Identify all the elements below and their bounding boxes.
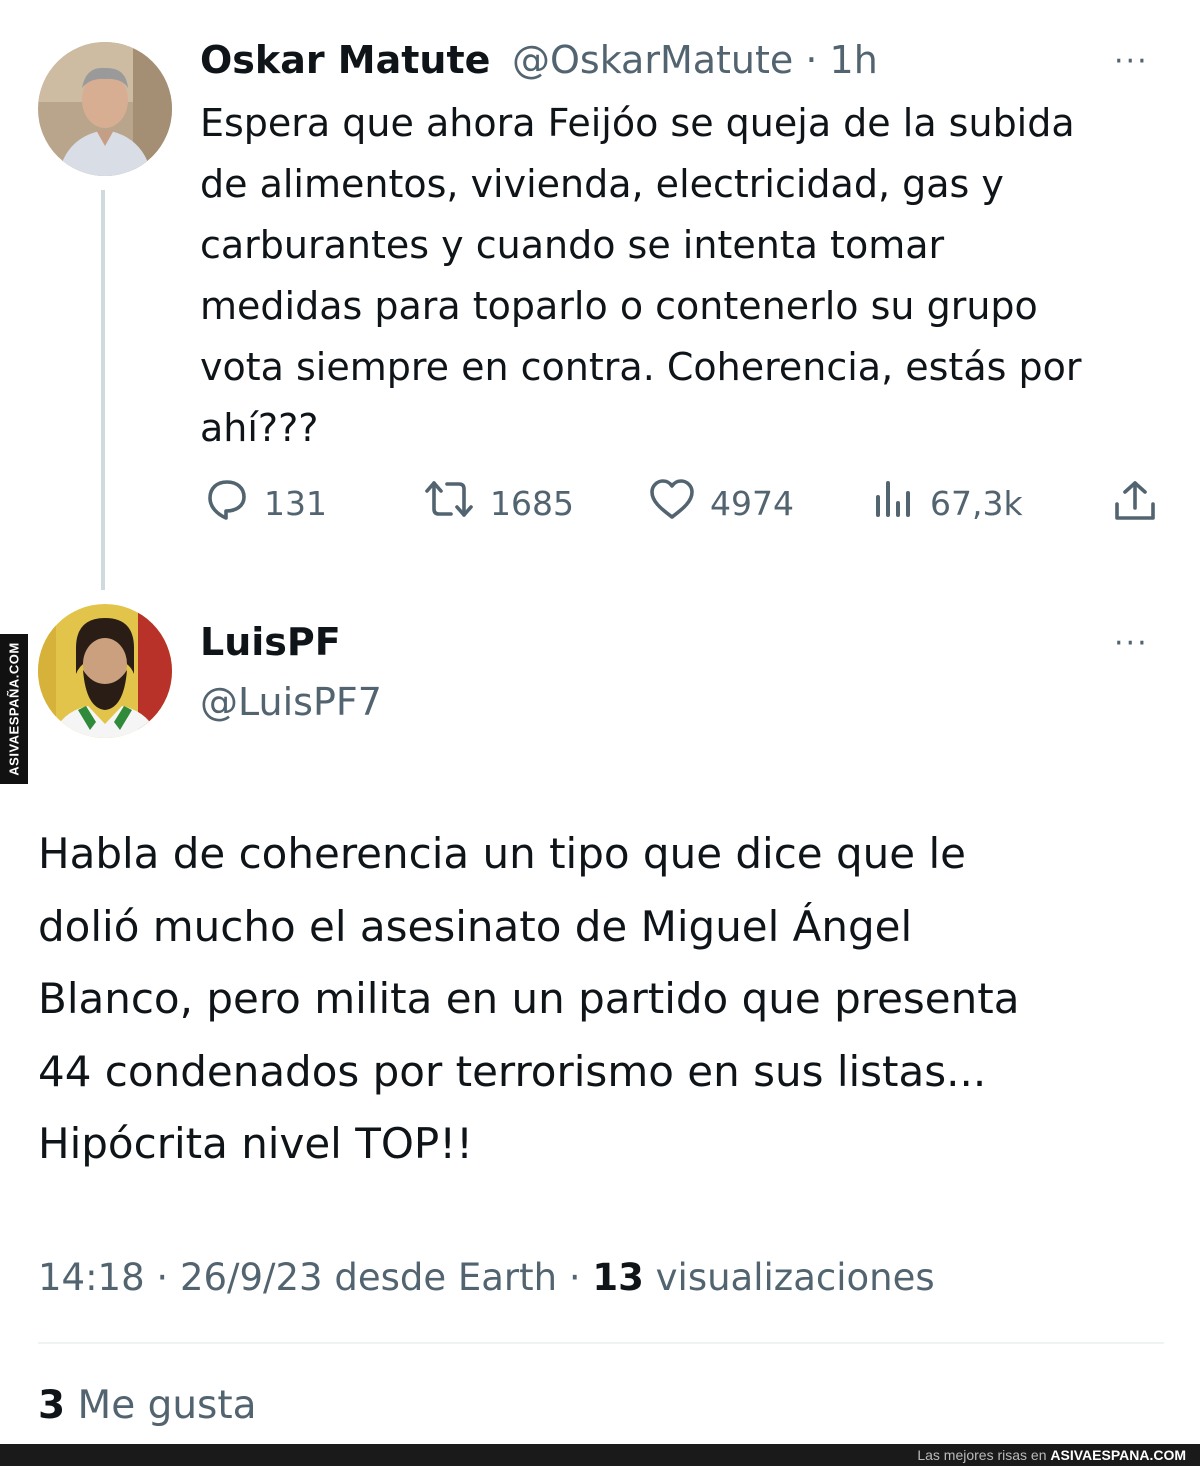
oskar-text-line: carburantes y cuando se intenta tomar bbox=[200, 223, 945, 267]
oskar-text-line: ahí??? bbox=[200, 406, 319, 450]
views-icon bbox=[872, 477, 916, 529]
retweet-count: 1685 bbox=[490, 483, 574, 523]
reply-icon bbox=[204, 477, 250, 529]
footer-prefix: Las mejores risas en bbox=[917, 1447, 1047, 1463]
likes-number: 3 bbox=[38, 1383, 66, 1428]
retweet-icon bbox=[422, 477, 476, 529]
tweet-time[interactable]: 14:18 bbox=[38, 1256, 145, 1299]
retweet-button[interactable]: 1685 bbox=[422, 477, 574, 529]
views-number[interactable]: 13 bbox=[592, 1256, 644, 1299]
luispf-text-line: Blanco, pero milita en un partido que pr… bbox=[38, 974, 1020, 1023]
oskar-author-name[interactable]: Oskar Matute bbox=[200, 38, 490, 82]
luispf-tweet-text: Habla de coherencia un tipo que dice que… bbox=[38, 818, 1019, 1181]
oskar-handle-text[interactable]: @OskarMatute bbox=[512, 38, 793, 82]
views-label[interactable]: visualizaciones bbox=[656, 1256, 935, 1299]
luispf-text-line: Habla de coherencia un tipo que dice que… bbox=[38, 829, 966, 878]
luispf-text-line: dolió mucho el asesinato de Miguel Ángel bbox=[38, 901, 913, 951]
footer-brand: ASIVAESPANA.COM bbox=[1050, 1447, 1186, 1463]
tweet-date-source[interactable]: 26/9/23 desde Earth bbox=[180, 1256, 557, 1299]
oskar-more-button[interactable]: ··· bbox=[1114, 44, 1149, 79]
oskar-text-line: Espera que ahora Feijóo se queja de la s… bbox=[200, 101, 1075, 145]
tweet-meta-line: 14:18 · 26/9/23 desde Earth · 13 visuali… bbox=[38, 1256, 935, 1299]
oskar-avatar[interactable] bbox=[38, 42, 172, 176]
meta-separator: · bbox=[156, 1256, 169, 1299]
like-button[interactable]: 4974 bbox=[648, 477, 794, 529]
side-watermark-text: ASIVAESPAÑA.COM bbox=[6, 642, 22, 776]
views-count: 67,3k bbox=[930, 483, 1023, 523]
luispf-more-button[interactable]: ··· bbox=[1114, 626, 1149, 661]
luispf-avatar[interactable] bbox=[38, 604, 172, 738]
reply-button[interactable]: 131 bbox=[204, 477, 327, 529]
luispf-text-line: Hipócrita nivel TOP!! bbox=[38, 1119, 473, 1168]
thread-connector-line bbox=[101, 190, 105, 590]
like-count: 4974 bbox=[710, 483, 794, 523]
oskar-text-line: de alimentos, vivienda, electricidad, ga… bbox=[200, 162, 1004, 206]
luispf-text-line: 44 condenados por terrorismo en sus list… bbox=[38, 1046, 987, 1096]
footer-watermark-text: Las mejores risas en ASIVAESPANA.COM bbox=[917, 1447, 1186, 1463]
oskar-timestamp[interactable]: · 1h bbox=[805, 38, 877, 82]
views-button[interactable]: 67,3k bbox=[872, 477, 1023, 529]
share-icon bbox=[1112, 481, 1158, 528]
share-button[interactable] bbox=[1112, 478, 1158, 528]
oskar-handle[interactable]: @OskarMatute · 1h bbox=[512, 38, 878, 82]
oskar-tweet-text: Espera que ahora Feijóo se queja de la s… bbox=[200, 93, 1081, 459]
luispf-handle[interactable]: @LuisPF7 bbox=[200, 680, 382, 724]
divider bbox=[38, 1342, 1164, 1344]
reply-count: 131 bbox=[264, 483, 327, 523]
likes-label: Me gusta bbox=[77, 1383, 257, 1428]
meta-separator: · bbox=[568, 1256, 581, 1299]
oskar-text-line: medidas para toparlo o contenerlo su gru… bbox=[200, 284, 1038, 328]
likes-summary[interactable]: 3 Me gusta bbox=[38, 1383, 257, 1428]
like-icon bbox=[648, 477, 696, 529]
oskar-text-line: vota siempre en contra. Coherencia, está… bbox=[200, 345, 1082, 389]
luispf-author-name[interactable]: LuisPF bbox=[200, 620, 341, 664]
